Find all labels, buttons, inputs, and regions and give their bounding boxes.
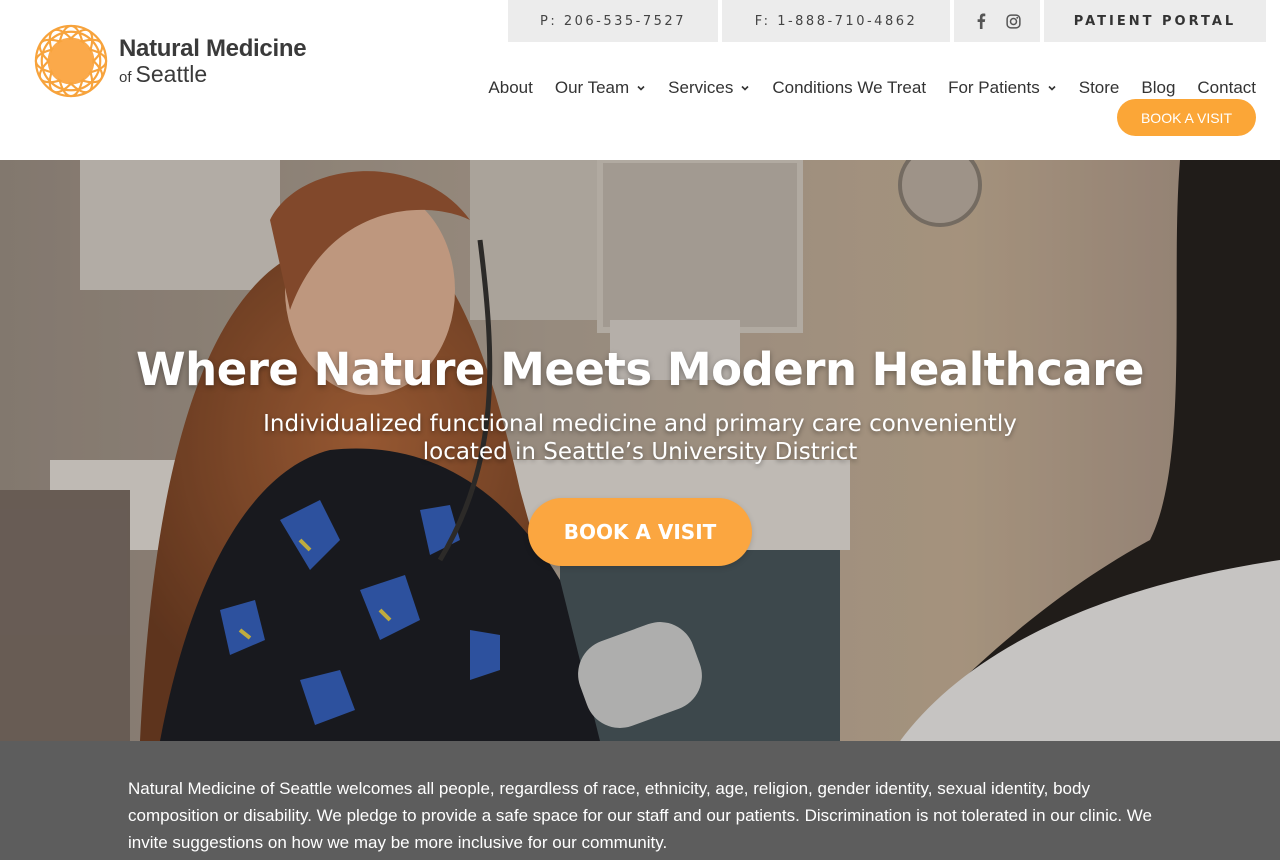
nav-item-label: Contact	[1197, 78, 1256, 97]
logo-name-line1: Natural Medicine	[119, 34, 307, 62]
hero-subtitle: Individualized functional medicine and p…	[263, 411, 1017, 465]
patient-portal-button[interactable]: PATIENT PORTAL	[1044, 0, 1266, 42]
phone-link[interactable]: P: 206-535-7527	[508, 0, 718, 42]
inclusion-statement: Natural Medicine of Seattle welcomes all…	[0, 741, 1280, 860]
nav-item-label: Conditions We Treat	[772, 78, 927, 97]
nav-item-label: Our Team	[554, 78, 630, 97]
nav-item-label: Services	[668, 78, 734, 97]
social-links	[954, 0, 1040, 42]
nav-item-for-patients[interactable]: For Patients	[948, 78, 1057, 98]
nav-item-blog[interactable]: Blog	[1141, 78, 1175, 98]
logo-name-of: of	[119, 68, 132, 86]
hero-banner: Where Nature Meets Modern Healthcare Ind…	[0, 160, 1280, 741]
chevron-down-icon	[1047, 83, 1057, 93]
site-header: Natural Medicine of Seattle P: 206-535-75…	[0, 0, 1280, 160]
logo-name-line2: of Seattle	[119, 60, 306, 87]
nav-item-label: Blog	[1141, 78, 1176, 97]
nav-item-store[interactable]: Store	[1079, 78, 1120, 98]
nav-item-services[interactable]: Services	[668, 78, 750, 98]
nav-item-label: Store	[1078, 78, 1120, 97]
nav-item-label: For Patients	[948, 78, 1040, 97]
top-bar: P: 206-535-7527 F: 1-888-710-4862 PATIEN…	[508, 0, 1266, 42]
main-nav: About Our Team Services Conditions We Tr…	[488, 78, 1256, 98]
nav-item-about[interactable]: About	[488, 78, 532, 98]
hero-title: Where Nature Meets Modern Healthcare	[136, 343, 1144, 396]
instagram-icon[interactable]	[1005, 13, 1021, 29]
nav-item-our-team[interactable]: Our Team	[555, 78, 646, 98]
logo-name-city: Seattle	[135, 60, 208, 87]
logo-wordmark: Natural Medicine of Seattle	[119, 34, 307, 87]
fax-link[interactable]: F: 1-888-710-4862	[722, 0, 950, 42]
nav-item-label: About	[488, 78, 533, 97]
header-book-visit-button[interactable]: BOOK A VISIT	[1117, 99, 1256, 136]
site-logo[interactable]: Natural Medicine of Seattle	[32, 22, 307, 100]
facebook-icon[interactable]	[973, 13, 989, 29]
nav-item-conditions[interactable]: Conditions We Treat	[772, 78, 926, 98]
sun-logo-icon	[34, 24, 108, 98]
chevron-down-icon	[636, 83, 646, 93]
hero-book-visit-button[interactable]: BOOK A VISIT	[528, 498, 752, 566]
inclusion-statement-text: Natural Medicine of Seattle welcomes all…	[128, 779, 1152, 852]
nav-item-contact[interactable]: Contact	[1197, 78, 1256, 98]
chevron-down-icon	[740, 83, 750, 93]
